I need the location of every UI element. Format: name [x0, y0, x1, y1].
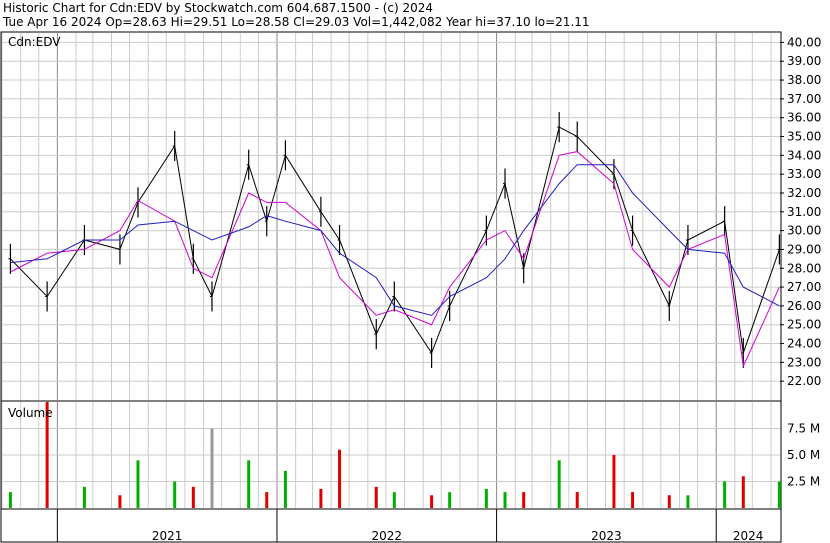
price-tick-label: 26.00	[787, 299, 821, 313]
volume-bar	[191, 486, 195, 508]
short-moving-average-line	[10, 151, 780, 368]
price-tick-label: 27.00	[787, 280, 821, 294]
volume-bar	[484, 488, 488, 508]
volume-bar	[741, 476, 745, 508]
volume-bar	[430, 495, 434, 508]
price-tick-label: 22.00	[787, 374, 821, 388]
volume-bar	[210, 428, 214, 508]
volume-bar	[283, 470, 287, 508]
price-panel-label: Cdn:EDV	[8, 35, 61, 49]
volume-bar	[686, 495, 690, 508]
volume-tick-label: 2.5 M	[787, 475, 820, 489]
volume-bar	[136, 460, 140, 508]
price-tick-label: 38.00	[787, 73, 821, 87]
volume-bar	[522, 492, 526, 508]
volume-bar	[82, 486, 86, 508]
volume-bar	[247, 460, 251, 508]
stock-chart: 40.00 39.00 38.00 37.00 36.00 35.00 34.00 33.00…	[0, 31, 821, 543]
volume-bar	[557, 460, 561, 508]
volume-tick-label: 5.0 M	[787, 448, 820, 462]
volume-tick-label: 7.5 M	[787, 422, 820, 436]
price-series-line	[10, 126, 780, 354]
volume-bar	[631, 492, 635, 508]
volume-bar	[265, 492, 269, 508]
year-label: 2022	[372, 529, 403, 543]
year-label: 2024	[733, 529, 764, 543]
volume-bar	[392, 492, 396, 508]
price-tick-label: 30.00	[787, 224, 821, 238]
volume-bar	[338, 449, 342, 508]
volume-bar	[374, 486, 378, 508]
price-tick-label: 34.00	[787, 148, 821, 162]
year-label: 2021	[152, 529, 183, 543]
volume-bar	[612, 455, 616, 508]
volume-bar	[8, 492, 12, 508]
price-tick-label: 36.00	[787, 111, 821, 125]
volume-bar	[319, 488, 323, 508]
volume-bar	[448, 492, 452, 508]
price-tick-label: 29.00	[787, 242, 821, 256]
volume-bar	[173, 481, 177, 508]
price-tick-label: 32.00	[787, 186, 821, 200]
price-tick-label: 33.00	[787, 167, 821, 181]
price-tick-label: 24.00	[787, 337, 821, 351]
volume-bar	[723, 481, 727, 508]
price-tick-label: 35.00	[787, 130, 821, 144]
price-tick-label: 40.00	[787, 35, 821, 49]
price-tick-label: 39.00	[787, 54, 821, 68]
price-tick-label: 37.00	[787, 92, 821, 106]
price-panel-frame	[0, 31, 782, 402]
volume-bar	[118, 495, 122, 508]
volume-bar	[667, 495, 671, 508]
price-tick-label: 23.00	[787, 355, 821, 369]
volume-bar	[575, 492, 579, 508]
price-tick-label: 31.00	[787, 205, 821, 219]
year-label: 2023	[591, 529, 622, 543]
price-tick-label: 28.00	[787, 261, 821, 275]
price-tick-label: 25.00	[787, 318, 821, 332]
volume-bar	[503, 492, 507, 508]
volume-bar	[777, 481, 781, 508]
volume-panel-label: Volume	[8, 406, 53, 420]
